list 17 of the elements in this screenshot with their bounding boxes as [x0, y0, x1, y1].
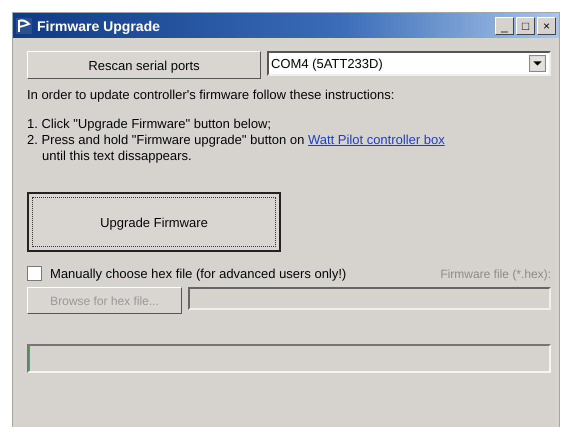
checkbox-label: Manually choose hex file (for advanced users only!): [50, 266, 346, 281]
file-path-field[interactable]: [188, 287, 551, 310]
instruction-step: until this text dissappears.: [27, 148, 551, 164]
instruction-step: 1. Click "Upgrade Firmware" button below;: [27, 116, 551, 132]
maximize-button[interactable]: □: [516, 16, 535, 34]
manual-checkbox[interactable]: [27, 266, 42, 281]
instructions-text: In order to update controller's firmware follow these instructions:: [27, 87, 396, 102]
upgrade-firmware-button[interactable]: Upgrade Firmware: [27, 192, 281, 252]
close-button[interactable]: ×: [537, 16, 556, 34]
firmware-file-label: Firmware file (*.hex):: [440, 266, 551, 280]
rescan-button[interactable]: Rescan serial ports: [27, 51, 261, 79]
instruction-step: 2. Press and hold "Firmware upgrade" button on Watt Pilot controller box: [27, 132, 551, 148]
minimize-button[interactable]: _: [495, 16, 514, 34]
window-title: Firmware Upgrade: [37, 18, 161, 34]
flag-icon: [16, 18, 32, 34]
port-dropdown[interactable]: COM4 (5ATT233D): [267, 51, 551, 76]
controller-box-link[interactable]: Watt Pilot controller box: [308, 132, 445, 147]
